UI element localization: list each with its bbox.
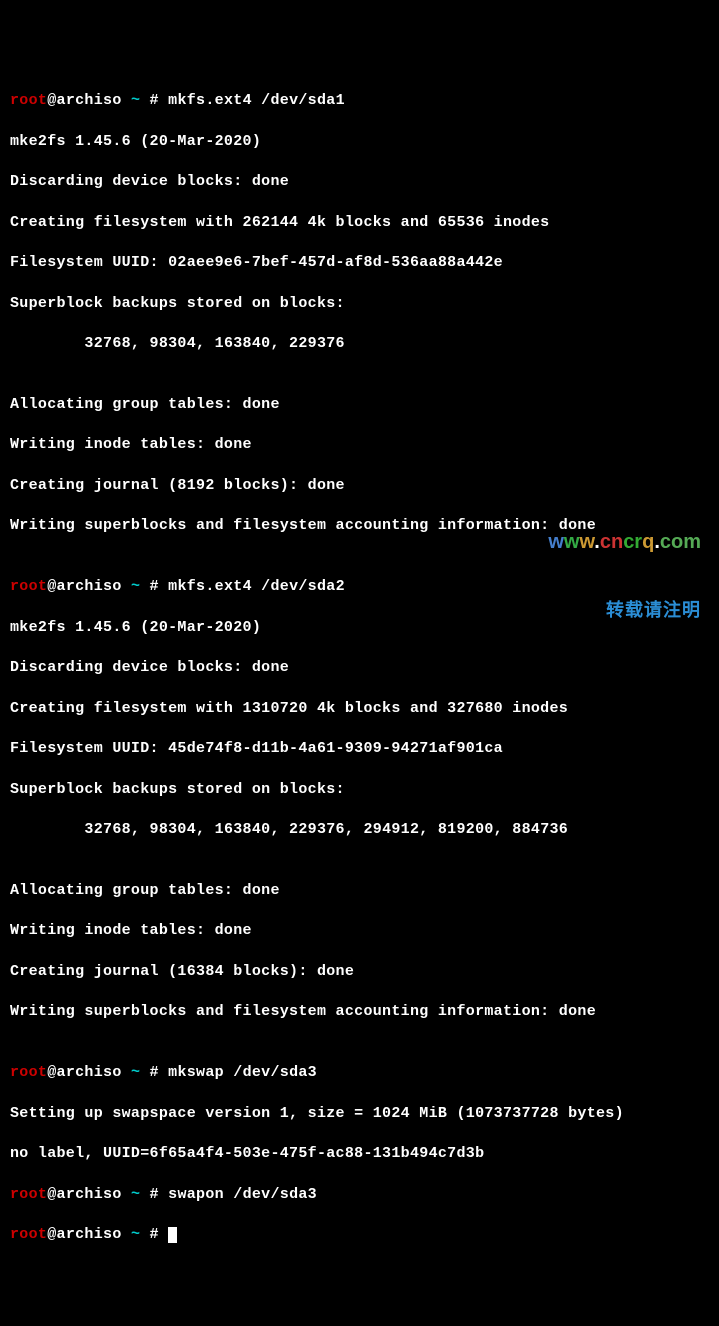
prompt-host: @archiso (47, 1186, 131, 1203)
output-line: Discarding device blocks: done (10, 658, 709, 678)
output-line: mke2fs 1.45.6 (20-Mar-2020) (10, 132, 709, 152)
command-3: mkswap /dev/sda3 (168, 1064, 317, 1081)
command-4: swapon /dev/sda3 (168, 1186, 317, 1203)
prompt-host: @archiso (47, 1064, 131, 1081)
output-line: Creating filesystem with 1310720 4k bloc… (10, 699, 709, 719)
prompt-dir: ~ (131, 1186, 140, 1203)
prompt-line-4: root@archiso ~ # swapon /dev/sda3 (10, 1185, 709, 1205)
output-line: no label, UUID=6f65a4f4-503e-475f-ac88-1… (10, 1144, 709, 1164)
terminal-output[interactable]: root@archiso ~ # mkfs.ext4 /dev/sda1 mke… (10, 91, 709, 1245)
output-line: Superblock backups stored on blocks: (10, 780, 709, 800)
output-line: Writing inode tables: done (10, 435, 709, 455)
prompt-user: root (10, 578, 47, 595)
prompt-line-3: root@archiso ~ # mkswap /dev/sda3 (10, 1063, 709, 1083)
output-line: Allocating group tables: done (10, 881, 709, 901)
cursor-icon (168, 1227, 177, 1243)
output-line: Writing inode tables: done (10, 921, 709, 941)
prompt-line-1: root@archiso ~ # mkfs.ext4 /dev/sda1 (10, 91, 709, 111)
prompt-user: root (10, 92, 47, 109)
output-line: Creating journal (16384 blocks): done (10, 962, 709, 982)
prompt-line-5: root@archiso ~ # (10, 1225, 709, 1245)
prompt-dir: ~ (131, 578, 140, 595)
watermark: www.cncrq.com 转载请注明 (548, 488, 701, 643)
prompt-host: @archiso (47, 578, 131, 595)
command-1: mkfs.ext4 /dev/sda1 (168, 92, 345, 109)
command-2: mkfs.ext4 /dev/sda2 (168, 578, 345, 595)
prompt-dir: ~ (131, 1064, 140, 1081)
prompt-user: root (10, 1064, 47, 1081)
output-line: Discarding device blocks: done (10, 172, 709, 192)
output-line: Creating filesystem with 262144 4k block… (10, 213, 709, 233)
prompt-dir: ~ (131, 1226, 140, 1243)
output-line: Filesystem UUID: 02aee9e6-7bef-457d-af8d… (10, 253, 709, 273)
output-line: Writing superblocks and filesystem accou… (10, 1002, 709, 1022)
watermark-url: www.cncrq.com (548, 529, 701, 556)
output-line: 32768, 98304, 163840, 229376, 294912, 81… (10, 820, 709, 840)
prompt-user: root (10, 1186, 47, 1203)
output-line: Superblock backups stored on blocks: (10, 294, 709, 314)
prompt-dir: ~ (131, 92, 140, 109)
watermark-text: 转载请注明 (548, 598, 701, 622)
output-line: 32768, 98304, 163840, 229376 (10, 334, 709, 354)
output-line: Filesystem UUID: 45de74f8-d11b-4a61-9309… (10, 739, 709, 759)
prompt-user: root (10, 1226, 47, 1243)
prompt-host: @archiso (47, 1226, 131, 1243)
output-line: Setting up swapspace version 1, size = 1… (10, 1104, 709, 1124)
output-line: Allocating group tables: done (10, 395, 709, 415)
prompt-host: @archiso (47, 92, 131, 109)
